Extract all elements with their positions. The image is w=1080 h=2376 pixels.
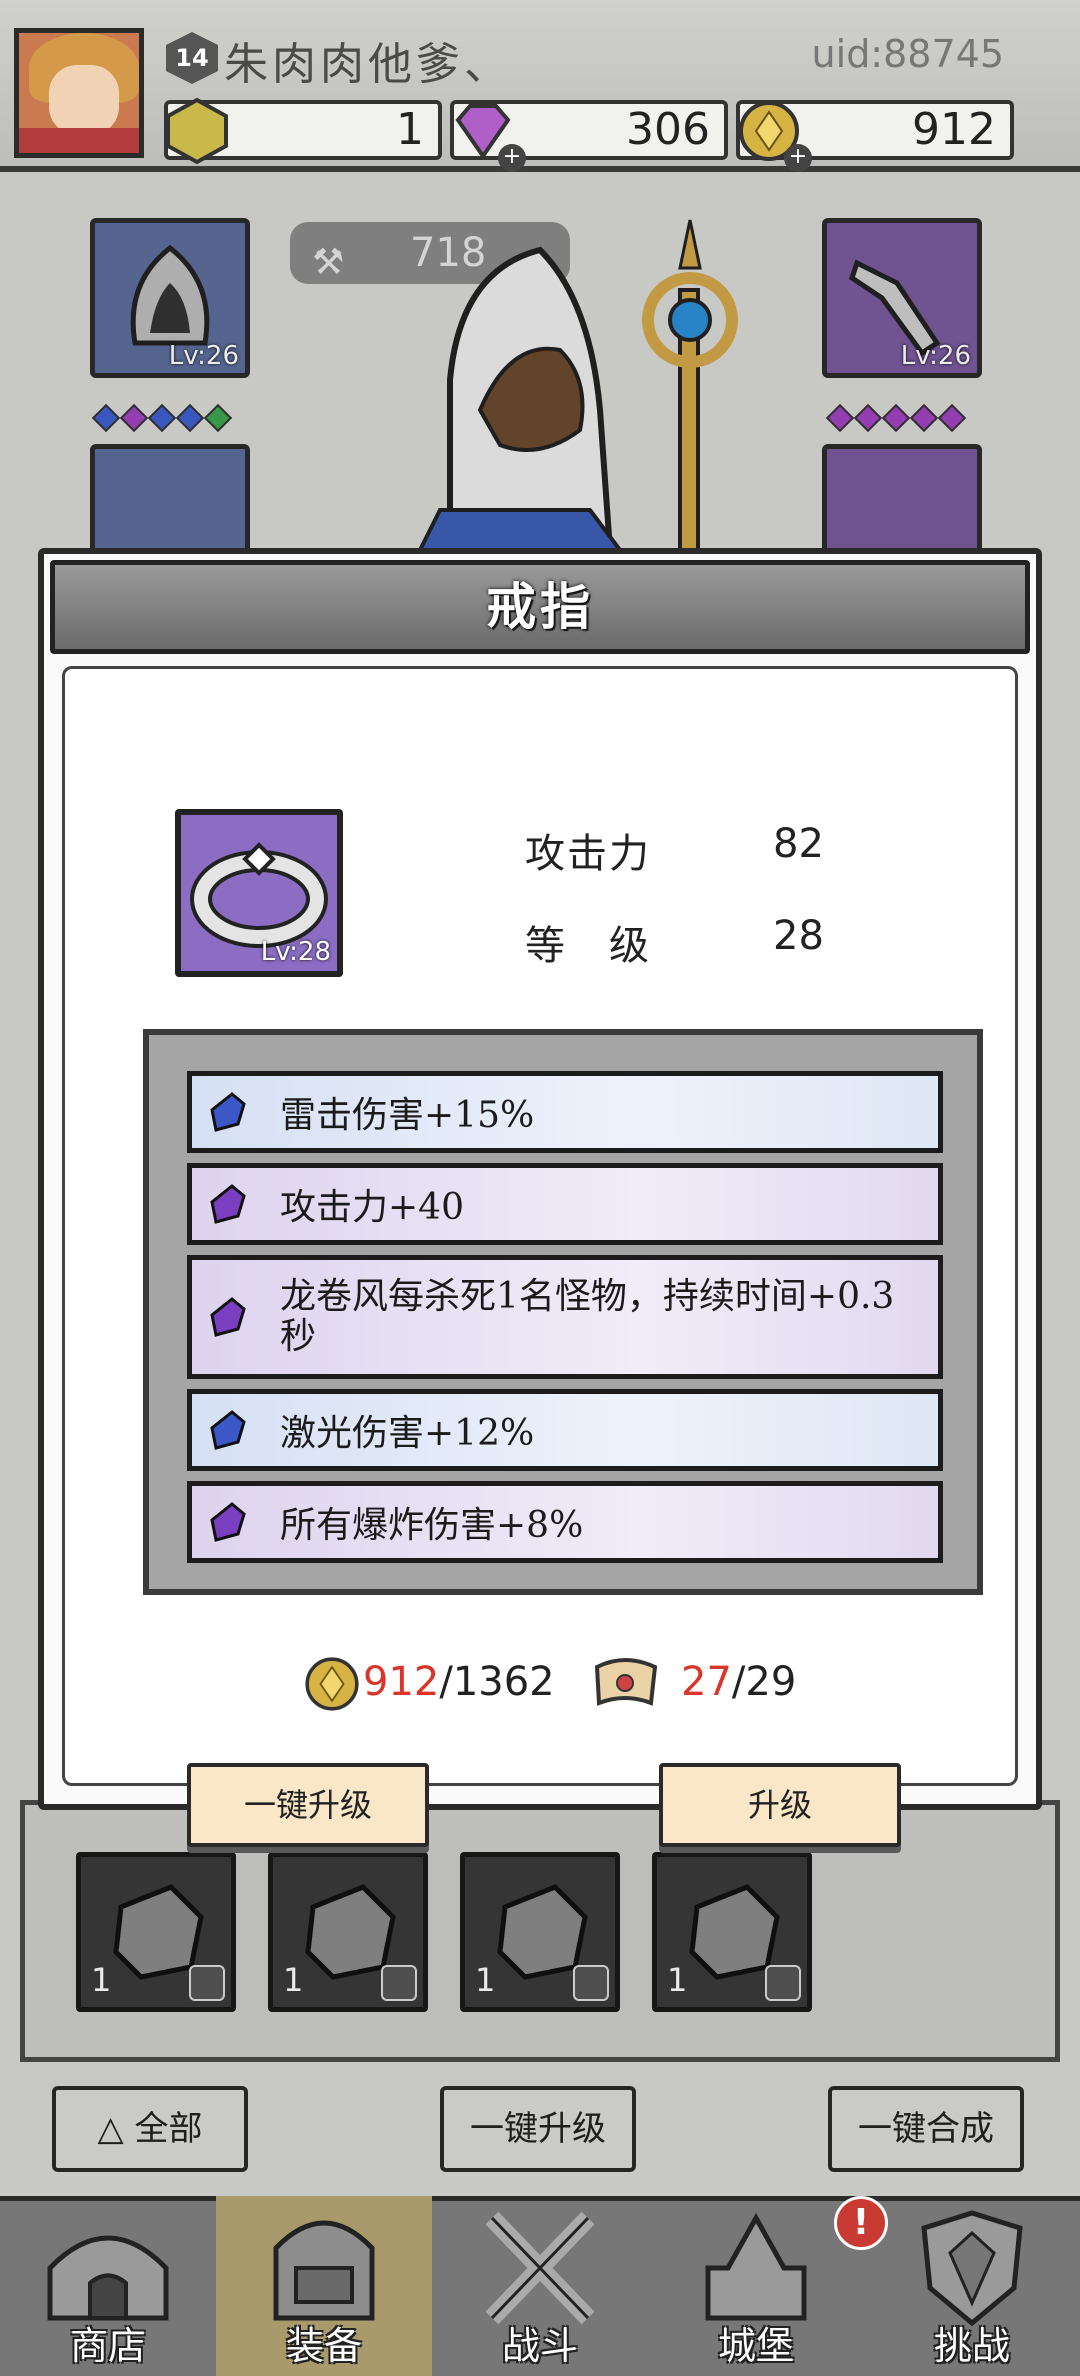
stat-attack-value: 82	[773, 821, 824, 867]
gold-need: /1362	[439, 1659, 555, 1705]
gold-coin-icon	[305, 1657, 359, 1711]
scroll-have: 27	[681, 1659, 732, 1705]
gold-cost: 912/1362	[301, 1653, 555, 1715]
player-uid: uid:88745	[811, 32, 1004, 76]
gem-counter: + 306	[450, 100, 728, 172]
affix-panel: 雷击伤害+15% 攻击力+40 龙卷风每杀死1名怪物，持续时间+0.3秒 激光伤…	[143, 1029, 983, 1595]
filter-triangle-icon: △	[97, 2109, 135, 2149]
purple-crystal-icon	[210, 1297, 246, 1337]
affix-row: 雷击伤害+15%	[187, 1071, 943, 1153]
blue-crystal-icon	[210, 1092, 246, 1132]
shop-hut-icon	[47, 2235, 169, 2321]
weapon-level: Lv:26	[900, 341, 971, 371]
add-gold-button[interactable]: +	[784, 144, 812, 172]
nav-battle-label: 战斗	[501, 2324, 578, 2368]
gold-have: 912	[363, 1659, 440, 1705]
affix-row: 龙卷风每杀死1名怪物，持续时间+0.3秒	[187, 1255, 943, 1379]
player-level-badge: 14	[166, 32, 218, 84]
inventory-qty: 1	[667, 1961, 688, 1999]
add-gems-button[interactable]: +	[498, 144, 526, 172]
nav-equipment[interactable]: 装备	[216, 2196, 432, 2376]
bag-auto-upgrade-button[interactable]: 一键升级	[440, 2086, 636, 2172]
filter-all-button[interactable]: △ 全部	[52, 2086, 248, 2172]
affix-text: 激光伤害+12%	[280, 1413, 535, 1454]
energy-hexagon-icon	[166, 97, 228, 165]
scroll-cost: 27/29	[589, 1653, 796, 1715]
affix-text: 龙卷风每杀死1名怪物，持续时间+0.3秒	[280, 1276, 895, 1357]
ring-mini-icon	[189, 1965, 225, 2001]
helmet-level: Lv:26	[168, 341, 239, 371]
crossed-swords-icon	[485, 2211, 595, 2325]
hammer-icon: ⚒	[312, 242, 345, 283]
inventory-qty: 1	[475, 1961, 496, 1999]
item-level-tag: Lv:28	[260, 937, 331, 967]
nav-castle[interactable]: 城堡	[648, 2196, 864, 2376]
ring-mini-icon	[765, 1965, 801, 2001]
inventory-slot[interactable]: 1	[652, 1852, 812, 2012]
player-name: 朱肉肉他爹、	[224, 39, 512, 90]
ring-mini-icon	[573, 1965, 609, 2001]
shield-emblem-icon	[921, 2210, 1023, 2327]
affix-row: 所有爆炸伤害+8%	[187, 1481, 943, 1563]
nav-challenge[interactable]: 挑战	[864, 2196, 1080, 2376]
purple-crystal-icon	[210, 1502, 246, 1542]
affix-text: 雷击伤害+15%	[280, 1095, 535, 1136]
inventory-slot[interactable]: 1	[76, 1852, 236, 2012]
energy-counter: 1	[164, 97, 442, 165]
nav-challenge-label: 挑战	[933, 2324, 1010, 2368]
nav-shop[interactable]: 商店	[0, 2196, 216, 2376]
purple-crystal-icon	[210, 1184, 246, 1224]
top-bar: 14 朱肉肉他爹、 uid:88745 1 + 306 + 912	[0, 0, 1080, 172]
dialog-title: 戒指	[50, 560, 1030, 654]
nav-equipment-label: 装备	[285, 2324, 362, 2368]
affix-text: 攻击力+40	[280, 1187, 464, 1228]
energy-value: 1	[396, 104, 424, 155]
affix-text: 所有爆炸伤害+8%	[280, 1505, 584, 1546]
inventory-slot[interactable]: 1	[268, 1852, 428, 2012]
stat-attack-label: 攻击力	[525, 831, 651, 877]
weapon-gems	[825, 403, 967, 433]
backpack-icon	[273, 2220, 375, 2321]
affix-row: 攻击力+40	[187, 1163, 943, 1245]
item-icon-frame: Lv:28	[175, 809, 343, 977]
dialog-body: Lv:28 攻击力 82 等 级 28 雷击伤害+15% 攻击力+40 龙卷风每…	[62, 666, 1018, 1847]
nav-castle-label: 城堡	[717, 2324, 794, 2368]
player-avatar[interactable]	[14, 28, 144, 158]
nav-shop-label: 商店	[69, 2324, 146, 2368]
inventory-qty: 1	[283, 1961, 304, 1999]
weapon-slot[interactable]: Lv:26	[822, 218, 982, 378]
auto-upgrade-button[interactable]: 一键升级	[187, 1763, 429, 1847]
nav-battle[interactable]: 战斗	[432, 2196, 648, 2376]
scroll-icon	[594, 1658, 658, 1706]
gold-counter: + 912	[736, 100, 1014, 172]
upgrade-button[interactable]: 升级	[659, 1763, 901, 1847]
blue-crystal-icon	[210, 1410, 246, 1450]
affix-row: 激光伤害+12%	[187, 1389, 943, 1471]
armor-slot[interactable]	[90, 444, 250, 554]
ring-detail-dialog: 戒指 Lv:28 攻击力 82 等 级 28 雷击伤害+15% 攻击力+40 龙…	[38, 548, 1042, 1847]
stat-level-label: 等 级	[525, 923, 651, 969]
helmet-gems	[91, 403, 233, 433]
gem-value: 306	[626, 104, 710, 155]
hero-character-art	[417, 219, 738, 550]
gold-value: 912	[912, 104, 996, 155]
ring-mini-icon	[381, 1965, 417, 2001]
castle-icon	[705, 2212, 807, 2321]
scroll-need: /29	[731, 1659, 797, 1705]
inventory-slot[interactable]: 1	[460, 1852, 620, 2012]
inventory-qty: 1	[91, 1961, 112, 1999]
auto-merge-button[interactable]: 一键合成	[828, 2086, 1024, 2172]
filter-all-label: 全部	[134, 2109, 203, 2149]
stat-level-value: 28	[773, 913, 824, 959]
helmet-slot[interactable]: Lv:26	[90, 218, 250, 378]
ring-slot[interactable]	[822, 444, 982, 554]
